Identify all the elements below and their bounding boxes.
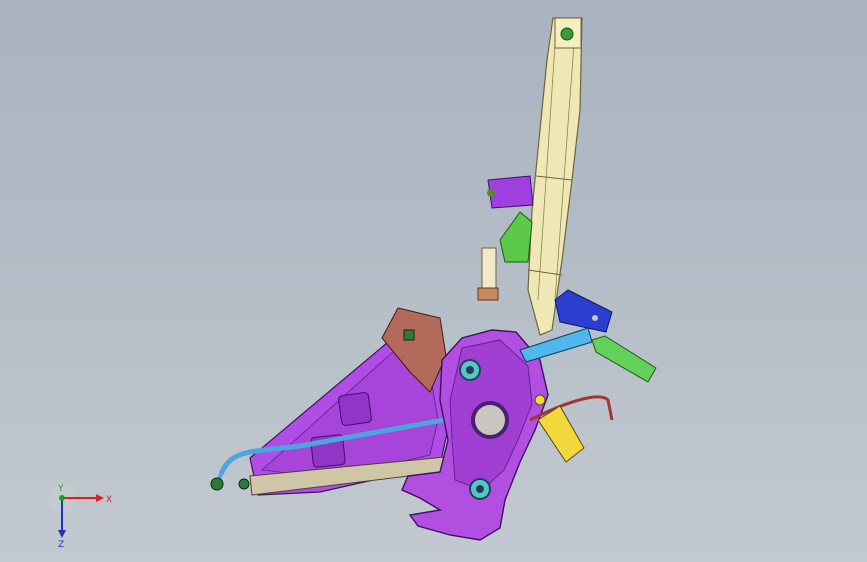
cable-mid-fastener[interactable] — [238, 478, 250, 490]
green-lever[interactable] — [591, 335, 657, 383]
x-axis-label: X — [106, 495, 112, 505]
cyan-lever[interactable] — [519, 327, 593, 363]
seat-mechanism-assembly[interactable] — [210, 17, 657, 541]
axis-triad: X Y Z — [48, 484, 112, 548]
z-axis-arrowhead — [58, 530, 66, 538]
y-axis-label: Y — [57, 484, 64, 494]
green-bracket[interactable] — [499, 211, 533, 263]
cable-end-fastener[interactable] — [210, 477, 224, 491]
rail-top-pivot[interactable] — [560, 27, 574, 41]
3d-model-view[interactable] — [0, 0, 867, 562]
plate-cutout-upper — [338, 392, 372, 426]
cad-viewport[interactable]: X Y Z — [0, 0, 867, 562]
x-axis-arrowhead — [96, 494, 104, 502]
z-axis-label: Z — [58, 540, 64, 548]
y-axis-dot — [59, 495, 65, 501]
blue-side-bracket[interactable] — [554, 289, 613, 333]
center-bore[interactable] — [471, 401, 509, 439]
